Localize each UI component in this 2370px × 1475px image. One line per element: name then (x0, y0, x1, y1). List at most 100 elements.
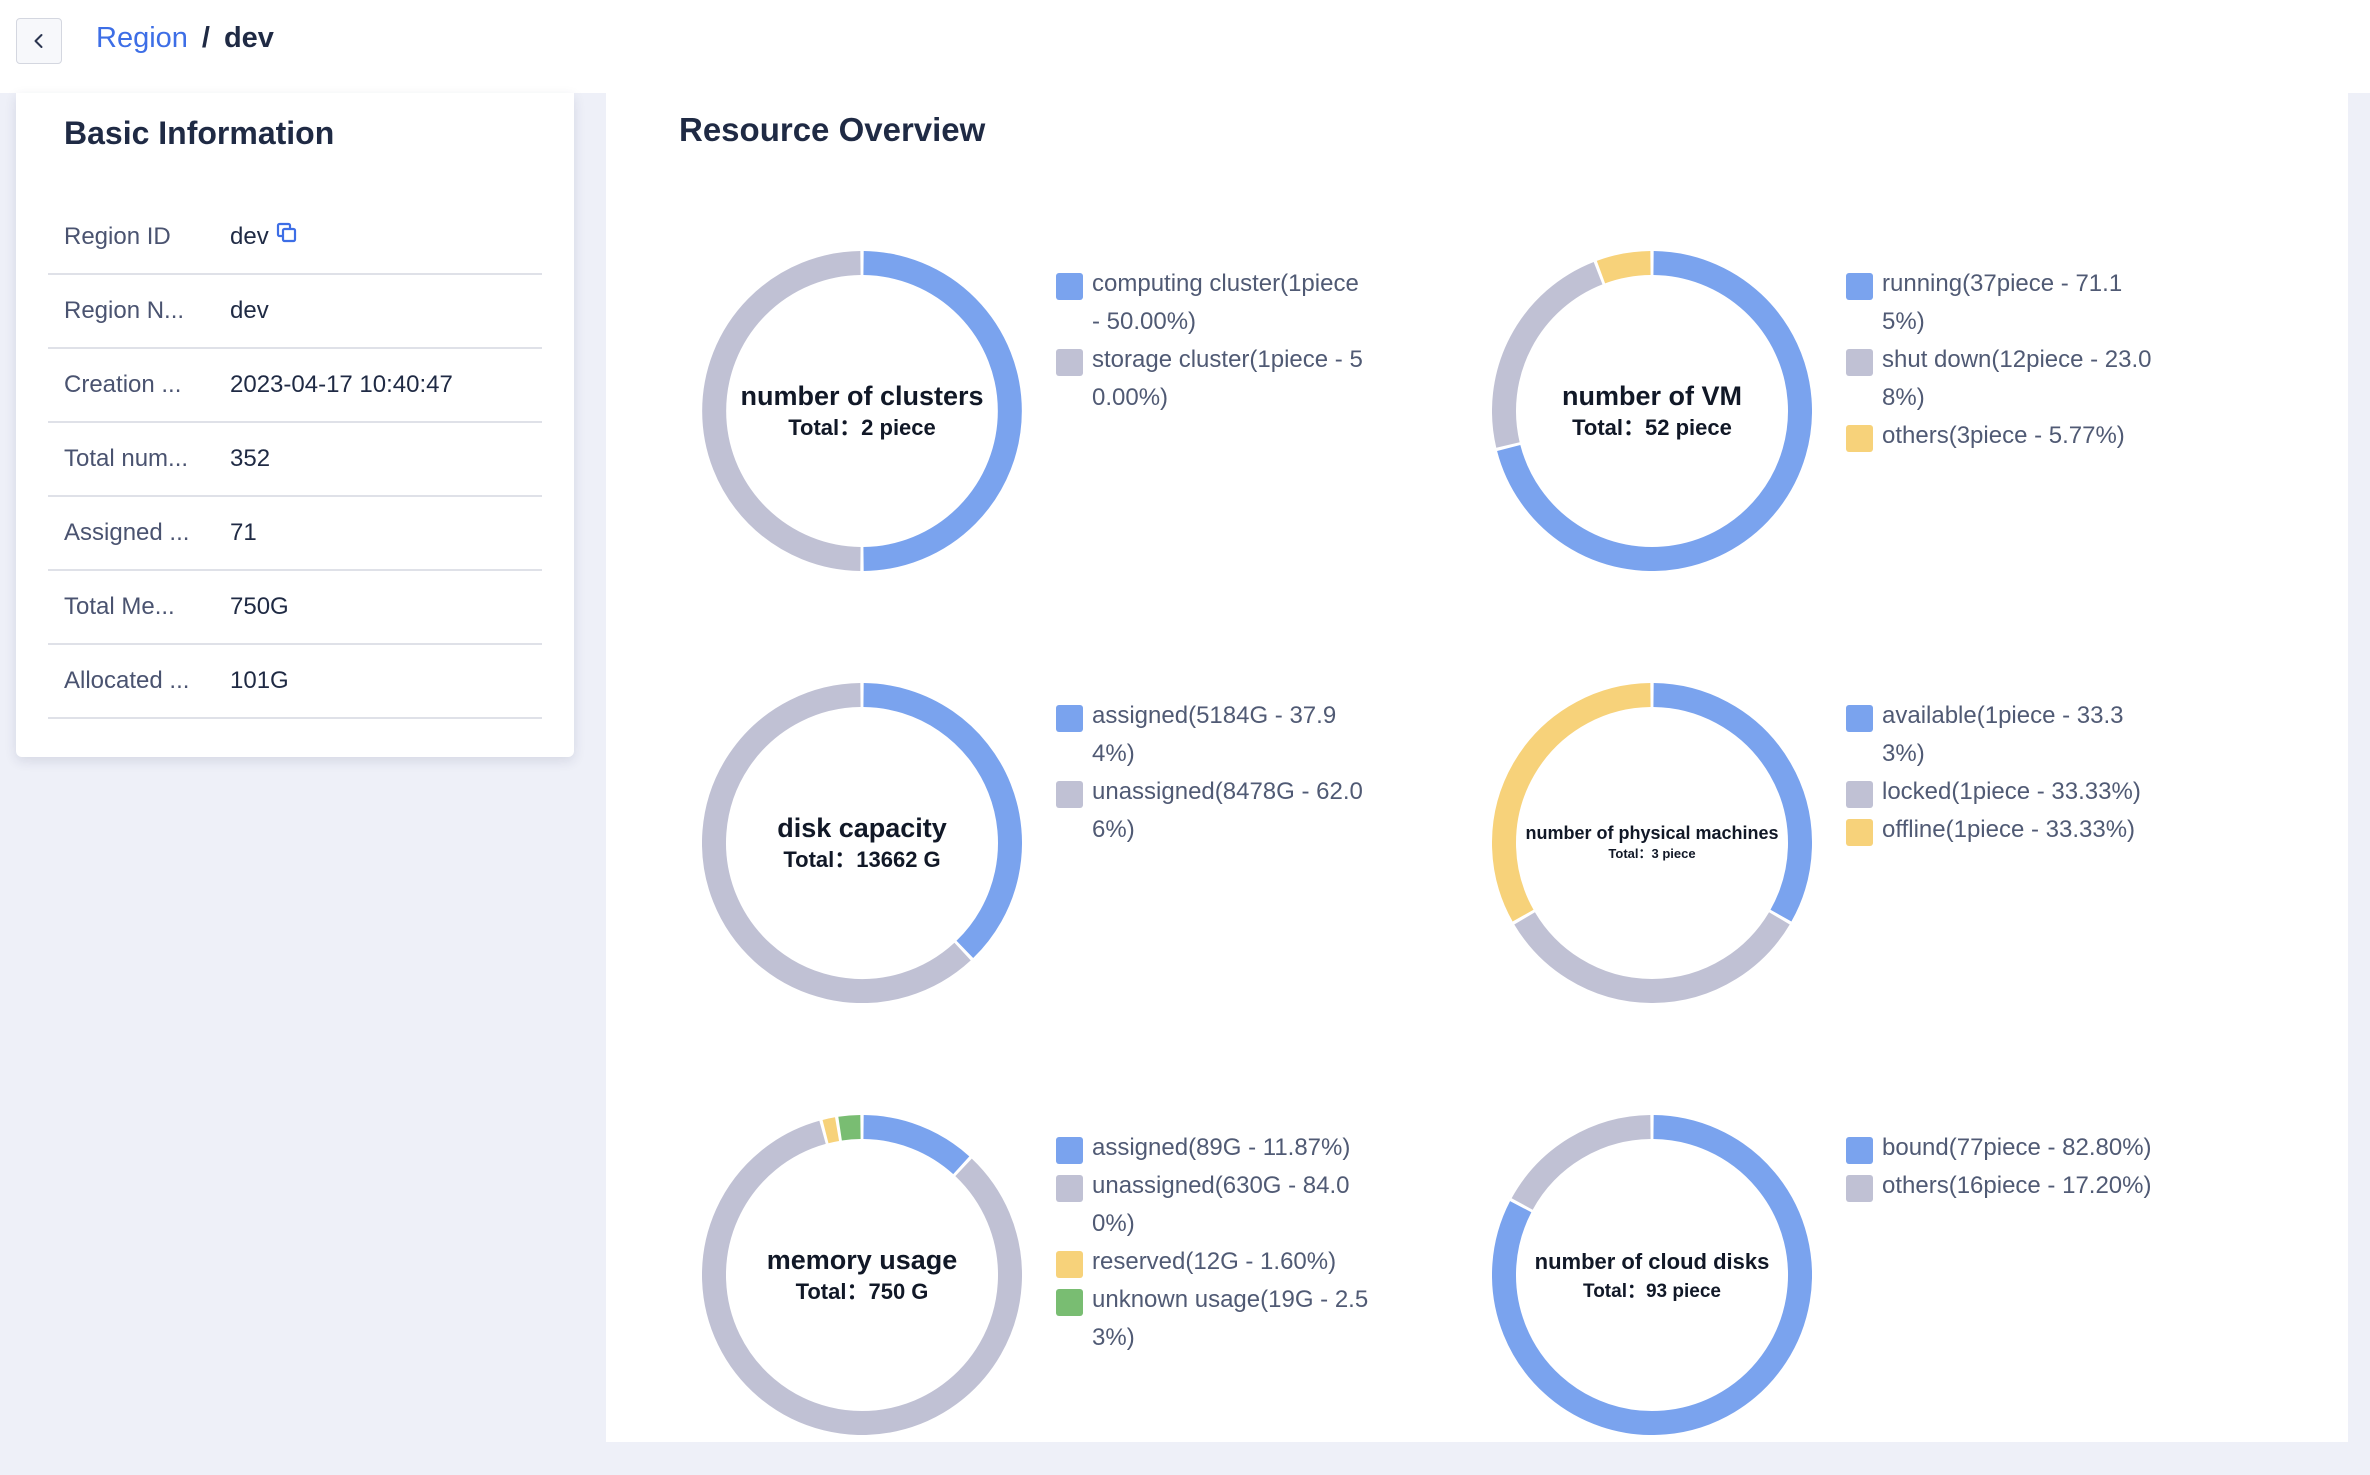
donut-slice[interactable] (822, 1117, 840, 1144)
resource-overview-title: Resource Overview (679, 111, 986, 148)
legend-label: unassigned(630G - 84.0 (1092, 1172, 1350, 1199)
info-label: Region N... (64, 297, 185, 324)
chart-block: number of clusters Total：2 piece computing… (702, 251, 1462, 611)
legend-item[interactable]: offline(1piece - 33.33%) (1846, 811, 2206, 849)
chart-title: number of clusters (740, 381, 983, 411)
legend-item[interactable]: unassigned(630G - 84.0 0%) (1056, 1167, 1416, 1243)
donut-slice[interactable] (702, 251, 861, 571)
donut-chart: number of cloud disks Total：93 piece (1492, 1115, 1812, 1435)
chart-total: Total：13662 G (783, 847, 940, 872)
donut-slice[interactable] (702, 683, 971, 1003)
legend-label: storage cluster(1piece - 5 (1092, 346, 1363, 373)
chart-title: number of physical machines (1525, 823, 1778, 843)
chart-block: number of cloud disks Total：93 piece bound… (1492, 1115, 2252, 1475)
legend-item[interactable]: locked(1piece - 33.33%) (1846, 773, 2206, 811)
legend-swatch (1846, 819, 1873, 846)
chart-legend: bound(77piece - 82.80%) others(16piece - … (1846, 1129, 2206, 1205)
legend-label: 5%) (1882, 308, 1925, 335)
donut-chart: disk capacity Total：13662 G (702, 683, 1022, 1003)
legend-item[interactable]: bound(77piece - 82.80%) (1846, 1129, 2206, 1167)
legend-swatch (1056, 349, 1083, 376)
legend-item[interactable]: assigned(89G - 11.87%) (1056, 1129, 1416, 1167)
legend-label: locked(1piece - 33.33%) (1882, 778, 2141, 805)
info-value-text: 2023-04-17 10:40:47 (230, 371, 453, 398)
legend-swatch (1846, 273, 1873, 300)
donut-slice[interactable] (863, 251, 1022, 571)
info-value-text: dev (230, 223, 269, 250)
info-label: Region ID (64, 223, 171, 250)
info-value: 71 (230, 519, 257, 547)
legend-item[interactable]: assigned(5184G - 37.9 4%) (1056, 697, 1416, 773)
legend-swatch (1846, 705, 1873, 732)
legend-label: assigned(89G - 11.87%) (1092, 1134, 1351, 1161)
legend-label: unassigned(8478G - 62.0 (1092, 778, 1363, 805)
resource-overview-panel: Resource Overview number of clusters Tota… (606, 93, 2348, 1442)
chart-legend: computing cluster(1piece - 50.00%) storage… (1056, 265, 1416, 417)
donut-slice[interactable] (1596, 251, 1651, 284)
legend-label: - 50.00%) (1092, 308, 1197, 335)
breadcrumb-region-link[interactable]: Region (96, 22, 188, 55)
legend-swatch (1846, 349, 1873, 376)
legend-label: assigned(5184G - 37.9 (1092, 702, 1337, 729)
legend-item[interactable]: others(16piece - 17.20%) (1846, 1167, 2206, 1205)
legend-label: shut down(12piece - 23.0 (1882, 346, 2152, 373)
donut-chart: number of physical machines Total：3 piece (1492, 683, 1812, 1003)
info-value: 101G (230, 667, 289, 695)
chart-total: Total：3 piece (1608, 846, 1695, 861)
info-row: Assigned ... 71 (48, 497, 542, 571)
top-bar: Region / dev (0, 0, 2370, 93)
legend-swatch (1846, 425, 1873, 452)
legend-item[interactable]: shut down(12piece - 23.0 8%) (1846, 341, 2206, 417)
legend-label: reserved(12G - 1.60%) (1092, 1248, 1337, 1275)
legend-swatch (1846, 1175, 1873, 1202)
copy-icon[interactable] (275, 221, 299, 245)
info-value-text: dev (230, 297, 269, 324)
info-value-text: 71 (230, 519, 257, 546)
scrollbar-track[interactable] (2348, 93, 2370, 1442)
legend-swatch (1056, 1175, 1083, 1202)
donut-slice[interactable] (1511, 1115, 1651, 1210)
legend-label: computing cluster(1piece (1092, 270, 1359, 297)
legend-item[interactable]: others(3piece - 5.77%) (1846, 417, 2206, 455)
legend-item[interactable]: computing cluster(1piece - 50.00%) (1056, 265, 1416, 341)
chart-total: Total：2 piece (788, 415, 936, 440)
donut-slice[interactable] (1514, 912, 1790, 1003)
breadcrumb: Region / dev (96, 22, 274, 55)
info-label: Total Me... (64, 593, 175, 620)
info-value: 2023-04-17 10:40:47 (230, 371, 453, 399)
info-label: Allocated ... (64, 667, 190, 694)
info-row: Creation ... 2023-04-17 10:40:47 (48, 349, 542, 423)
chart-title: disk capacity (777, 813, 947, 843)
basic-information-title: Basic Information (64, 115, 335, 151)
legend-label: 0.00%) (1092, 384, 1169, 411)
info-label: Assigned ... (64, 519, 190, 546)
legend-swatch (1056, 705, 1083, 732)
legend-item[interactable]: storage cluster(1piece - 5 0.00%) (1056, 341, 1416, 417)
legend-swatch (1846, 781, 1873, 808)
donut-slice[interactable] (702, 1120, 1022, 1435)
legend-item[interactable]: unassigned(8478G - 62.0 6%) (1056, 773, 1416, 849)
info-label: Total num... (64, 445, 189, 472)
legend-label: running(37piece - 71.1 (1882, 270, 2123, 297)
legend-item[interactable]: running(37piece - 71.1 5%) (1846, 265, 2206, 341)
info-value: 352 (230, 445, 270, 473)
legend-item[interactable]: unknown usage(19G - 2.5 3%) (1056, 1281, 1416, 1357)
donut-chart: number of VM Total：52 piece (1492, 251, 1812, 571)
legend-item[interactable]: reserved(12G - 1.60%) (1056, 1243, 1416, 1281)
legend-item[interactable]: available(1piece - 33.3 3%) (1846, 697, 2206, 773)
legend-label: others(3piece - 5.77%) (1882, 422, 2125, 449)
donut-slice[interactable] (838, 1115, 861, 1141)
info-row: Region N... dev (48, 275, 542, 349)
donut-slice[interactable] (863, 1115, 970, 1175)
donut-chart: memory usage Total：750 G (702, 1115, 1022, 1435)
legend-label: 8%) (1882, 384, 1925, 411)
chart-title: memory usage (767, 1245, 958, 1275)
legend-swatch (1056, 273, 1083, 300)
donut-slice[interactable] (1653, 683, 1812, 922)
donut-slice[interactable] (1492, 683, 1651, 922)
chart-legend: available(1piece - 33.3 3%) locked(1piece … (1846, 697, 2206, 849)
info-label: Creation ... (64, 371, 182, 398)
back-button[interactable] (16, 18, 62, 64)
info-value-text: 750G (230, 593, 289, 620)
legend-label: 0%) (1092, 1210, 1135, 1237)
